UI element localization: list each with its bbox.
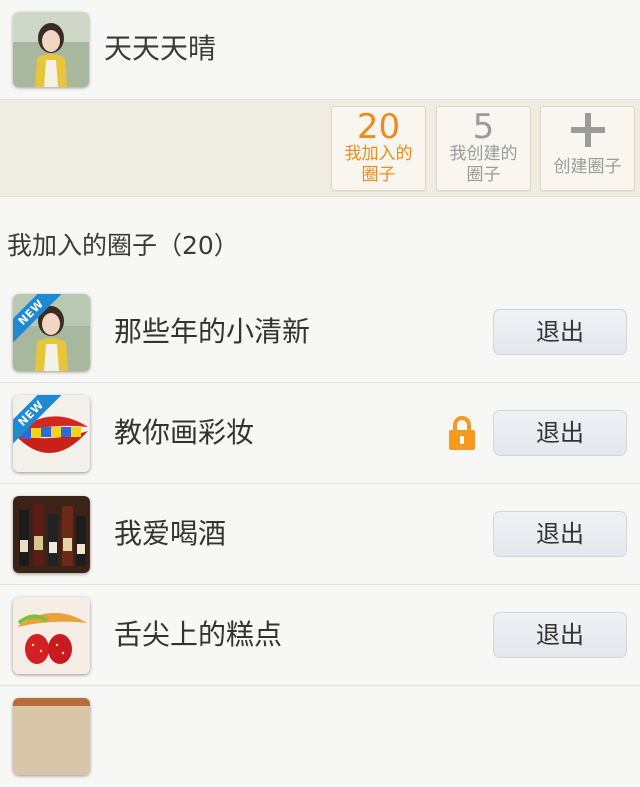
quit-button[interactable]: 退出	[493, 511, 627, 557]
list-item[interactable]: NEW 教你画彩妆 退出	[0, 383, 640, 484]
circle-title: 舌尖上的糕点	[114, 618, 283, 651]
created-circles-tab[interactable]: 5 我创建的圈子	[436, 106, 531, 191]
quit-button[interactable]: 退出	[493, 612, 627, 658]
create-circle-button[interactable]: 创建圈子	[540, 106, 635, 191]
joined-label: 我加入的圈子	[344, 144, 413, 185]
created-count: 5	[472, 107, 495, 147]
circle-thumbnail	[13, 496, 90, 573]
joined-count: 20	[356, 107, 401, 147]
user-avatar[interactable]	[13, 12, 89, 87]
plus-icon	[570, 113, 605, 147]
list-item[interactable]: 舌尖上的糕点 退出	[0, 585, 640, 686]
circle-title: 那些年的小清新	[114, 315, 311, 348]
list-item[interactable]: 我爱喝酒 退出	[0, 484, 640, 585]
user-name: 天天天晴	[104, 32, 217, 65]
circle-title: 教你画彩妆	[114, 416, 255, 449]
circle-title: 我爱喝酒	[114, 517, 227, 550]
joined-circles-tab[interactable]: 20 我加入的圈子	[331, 106, 426, 191]
list-item[interactable]: NEW 那些年的小清新 退出	[0, 282, 640, 383]
circle-thumbnail: NEW	[13, 294, 90, 371]
created-label: 我创建的圈子	[449, 144, 518, 185]
profile-header: 天天天晴	[0, 0, 640, 99]
circle-thumbnail: NEW	[13, 395, 90, 472]
list-item[interactable]	[0, 686, 640, 787]
circle-thumbnail	[13, 597, 90, 674]
quit-button[interactable]: 退出	[493, 309, 627, 355]
circle-thumbnail	[13, 698, 90, 775]
lock-icon	[449, 416, 475, 450]
circle-list: NEW 那些年的小清新 退出 NEW 教你画彩妆 退出 我爱喝酒 退出 舌尖上的…	[0, 282, 640, 787]
create-label: 创建圈子	[553, 157, 622, 177]
section-title: 我加入的圈子（20）	[7, 231, 239, 260]
quit-button[interactable]: 退出	[493, 410, 627, 456]
stats-bar: 20 我加入的圈子 5 我创建的圈子 创建圈子	[0, 99, 640, 197]
